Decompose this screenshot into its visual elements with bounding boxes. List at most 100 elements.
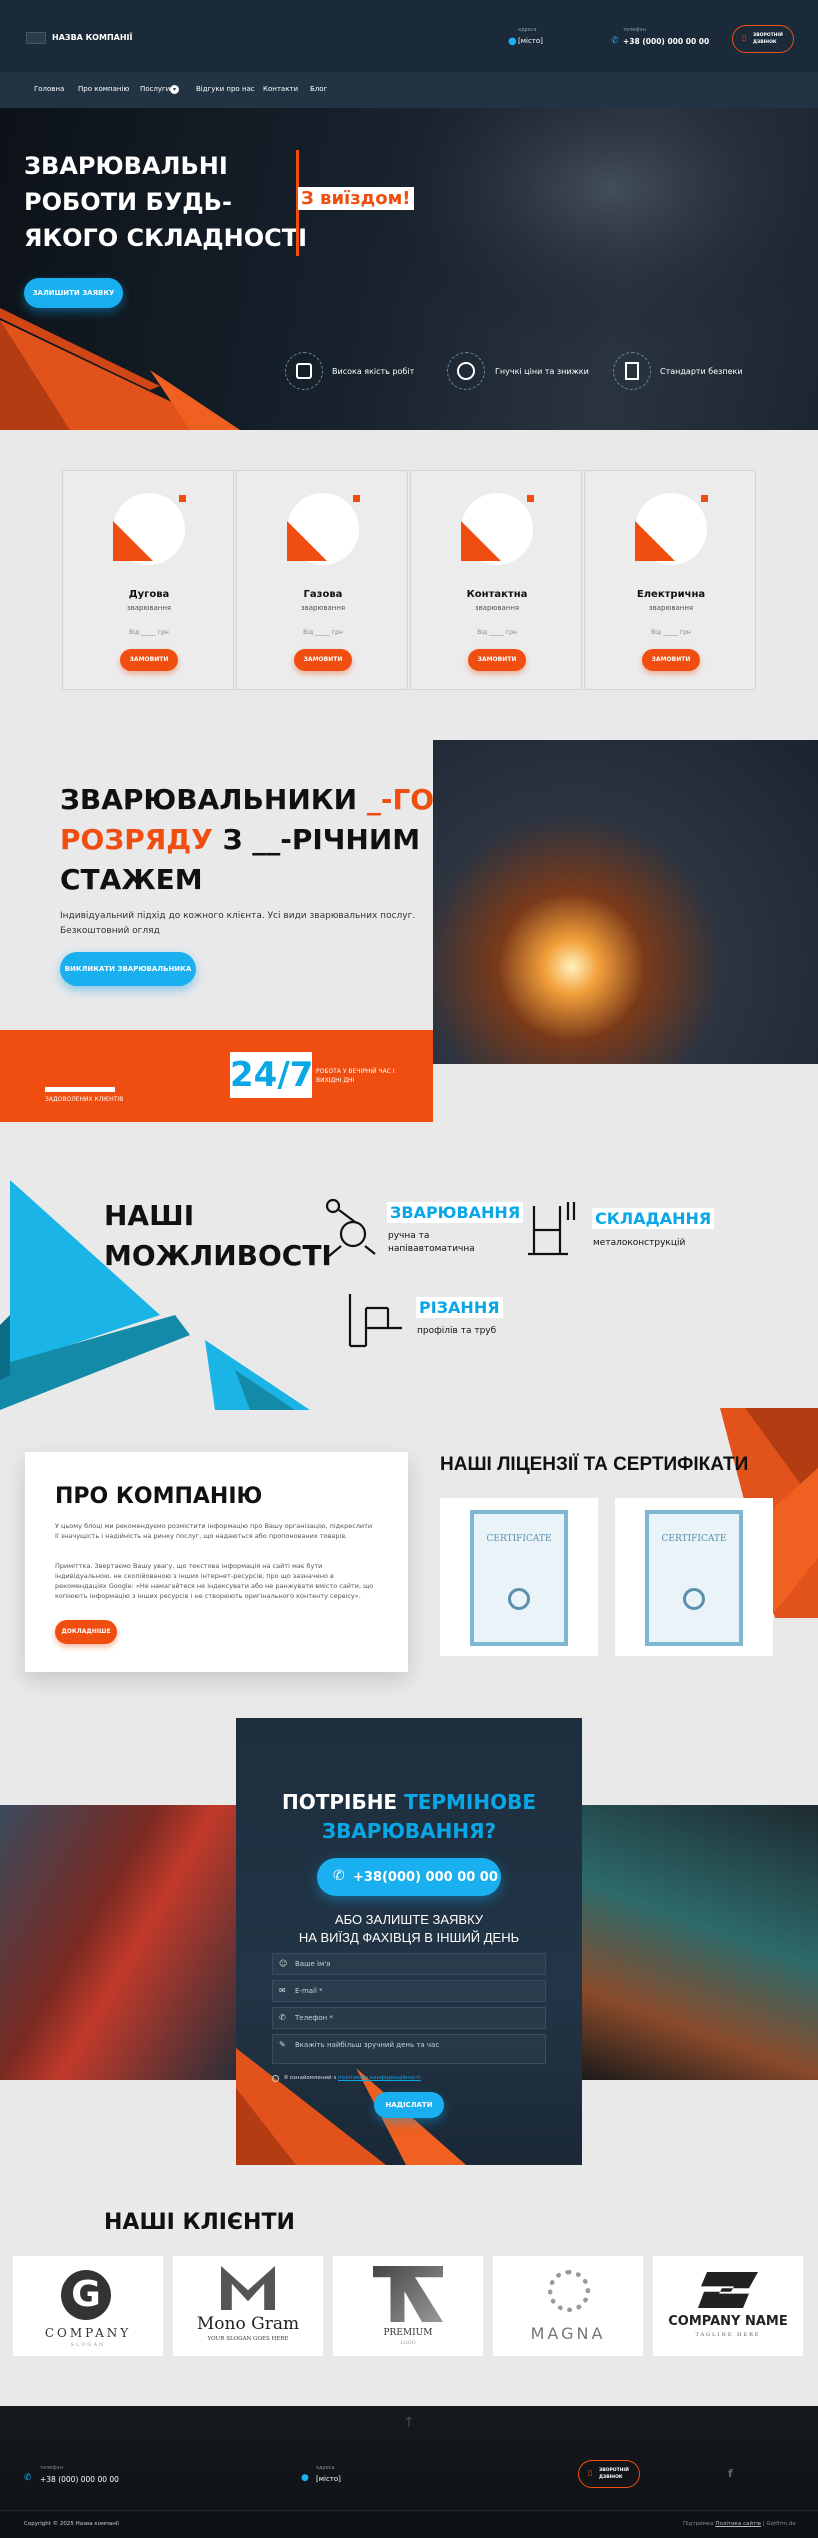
monogram-icon (221, 2266, 275, 2310)
flower-icon (548, 2270, 590, 2312)
welders-title-line2: РОЗРЯДУ З __-РІЧНИМ (60, 823, 420, 856)
client-logo-5[interactable]: COMPANY NAME TAGLINE HERE (653, 2256, 803, 2356)
nav-services[interactable]: Послуги (140, 85, 170, 93)
about-more-button[interactable]: ДОКЛАДНІШЕ (55, 1620, 117, 1644)
order-button[interactable]: ЗАМОВИТИ (642, 649, 700, 671)
hero-cta-button[interactable]: ЗАЛИШИТИ ЗАЯВКУ (24, 278, 123, 308)
client-logo-2[interactable]: Mono Gram YOUR SLOGAN GOES HERE (173, 2256, 323, 2356)
phone-icon: ✆ (333, 1868, 345, 1884)
address-value: [місто] (518, 37, 543, 45)
facebook-icon[interactable]: f (728, 2467, 733, 2480)
capabilities-title-line1: НАШІ (104, 1199, 195, 1232)
footer-legal-a: Підтримка (683, 2521, 716, 2527)
welder-photo (433, 740, 818, 1064)
about-paragraph-2: Приміттка. Звертаємо Вашу увагу, що текс… (55, 1562, 374, 1600)
order-button[interactable]: ЗАМОВИТИ (468, 649, 526, 671)
footer-legal: Підтримка Політика сайтів | Gotfirm.de (683, 2521, 796, 2527)
privacy-policy-link[interactable]: політикою конфіденційності (338, 2075, 421, 2081)
consent-text: Я ознайомлений з політикою конфіденційно… (284, 2075, 421, 2081)
mail-icon: ✉ (279, 1986, 286, 1995)
call-welder-button[interactable]: ВИКЛИКАТИ ЗВАРЮВАЛЬНИКА (60, 952, 196, 986)
welders-title-2a: РОЗРЯДУ (60, 823, 213, 856)
service-price: Від _____ грн (303, 629, 343, 636)
order-button[interactable]: ЗАМОВИТИ (120, 649, 178, 671)
email-placeholder: E-mail * (295, 1987, 323, 1995)
callback-button[interactable]: ▯ ЗВОРОТНІЙ ДЗВІНОК (732, 25, 794, 53)
client-logo-3[interactable]: PREMIUM LOGO (333, 2256, 483, 2356)
footer-divider (0, 2510, 818, 2511)
tr-monogram-icon (373, 2266, 443, 2322)
phone-icon: ▯ (742, 33, 747, 42)
feature-safety: Стандарти безпеки (660, 367, 743, 376)
cutting-icon (348, 1294, 402, 1348)
client-tag: SLOGAN (70, 2342, 106, 2348)
feature-quality: Висока якість робіт (332, 367, 415, 376)
address-label: адреса (518, 27, 537, 33)
footer-phone-value[interactable]: +38 (000) 000 00 00 (40, 2475, 119, 2484)
client-tag: TAGLINE HERE (695, 2332, 761, 2338)
callback-line1: ЗВОРОТНІЙ (599, 2468, 629, 2473)
urgent-phone: +38(000) 000 00 00 (353, 1870, 498, 1885)
service-price: Від _____ грн (129, 629, 169, 636)
pencil-icon: ✎ (279, 2040, 286, 2049)
stats-bar (0, 1030, 433, 1122)
service-card-electric: Електрична зварювання Від _____ грн ЗАМО… (584, 470, 756, 690)
client-tag: YOUR SLOGAN GOES HERE (207, 2336, 289, 2342)
phone-icon: ▯ (588, 2468, 593, 2477)
h247-badge: 24/7 (230, 1052, 313, 1098)
service-price: Від _____ грн (477, 629, 517, 636)
capabilities-title-line2: МОЖЛИВОСТІ (104, 1239, 332, 1272)
worker-photo-right (582, 1805, 818, 2080)
email-input[interactable]: ✉ E-mail * (272, 1980, 546, 2002)
service-subtitle: зварювання (474, 604, 520, 612)
order-button[interactable]: ЗАМОВИТИ (294, 649, 352, 671)
welders-title-1a: ЗВАРЮВАЛЬНИКИ (60, 783, 367, 816)
phone-input[interactable]: ✆ Телефон * (272, 2007, 546, 2029)
submit-button[interactable]: НАДІСЛАТИ (374, 2092, 444, 2118)
licenses-title: НАШІ ЛІЦЕНЗІЇ ТА СЕРТИФІКАТИ (440, 1454, 749, 1475)
scroll-up-icon[interactable]: ↑ (403, 2415, 415, 2431)
location-pin-icon: ● (508, 36, 517, 47)
datetime-textarea[interactable]: ✎ Вкажіть найбільш зручний день та час (272, 2034, 546, 2064)
nav-reviews[interactable]: Відгуки про нас (196, 85, 255, 93)
phone-value[interactable]: +38 (000) 000 00 00 (623, 37, 709, 46)
nav-blog[interactable]: Блог (310, 85, 327, 93)
clients-title: НАШІ КЛІЄНТИ (104, 2210, 295, 2235)
cap-cutting-desc1: профілів та труб (417, 1326, 497, 1336)
chevron-down-icon[interactable]: ▾ (170, 85, 179, 94)
welders-desc-2: Безкоштовний огляд (60, 926, 160, 936)
g-letter-icon: G (61, 2270, 111, 2320)
nav-contacts[interactable]: Контакти (263, 85, 298, 93)
client-logo-1[interactable]: G COMPANY SLOGAN (13, 2256, 163, 2356)
nav-about[interactable]: Про компанію (78, 85, 129, 93)
welding-icon (325, 1198, 376, 1257)
hero-title-line1: ЗВАРЮВАЛЬНІ (24, 152, 228, 180)
company-logo[interactable] (26, 32, 46, 44)
certificate-2[interactable]: CERTIFICATE (615, 1498, 773, 1656)
urgent-title-line2: ЗВАРЮВАННЯ? (321, 1819, 497, 1843)
client-name: COMPANY NAME (668, 2314, 788, 2329)
assembly-icon (528, 1202, 576, 1256)
name-input[interactable]: ☺ Ваше ім'я (272, 1953, 546, 1975)
urgent-phone-button[interactable]: ✆ +38(000) 000 00 00 (317, 1858, 501, 1896)
clients-label: ЗАДОВОЛЕНИХ КЛІЄНТІВ (45, 1096, 124, 1103)
feature-prices: Гнучкі ціни та знижки (495, 367, 589, 376)
phone-label: телефон (623, 27, 646, 33)
footer-callback-button[interactable]: ▯ ЗВОРОТНІЙ ДЗВІНОК (578, 2460, 640, 2488)
consent-checkbox[interactable] (272, 2075, 279, 2082)
privacy-link[interactable]: Політика сайтів (715, 2521, 761, 2527)
urgent-title-a: ПОТРІБНЕ (281, 1790, 405, 1814)
footer-legal-c: | Gotfirm.de (761, 2521, 796, 2527)
client-name: MAGNA (530, 2324, 606, 2343)
about-title: ПРО КОМПАНІЮ (55, 1484, 263, 1509)
phone-icon: ✆ (611, 36, 619, 46)
service-card-contact: Контактна зварювання Від _____ грн ЗАМОВ… (410, 470, 582, 690)
about-paragraph-1: У цьому блоці ми рекомендуємо розмістити… (55, 1522, 373, 1540)
service-subtitle: зварювання (300, 604, 346, 612)
client-name: PREMIUM (383, 2328, 433, 2338)
nav-home[interactable]: Головна (34, 85, 64, 93)
company-name[interactable]: НАЗВА КОМПАНІЇ (52, 33, 132, 42)
service-card-arc: Дугова зварювання Від _____ грн ЗАМОВИТИ (62, 470, 234, 690)
certificate-1[interactable]: CERTIFICATE (440, 1498, 598, 1656)
client-logo-4[interactable]: MAGNA (493, 2256, 643, 2356)
